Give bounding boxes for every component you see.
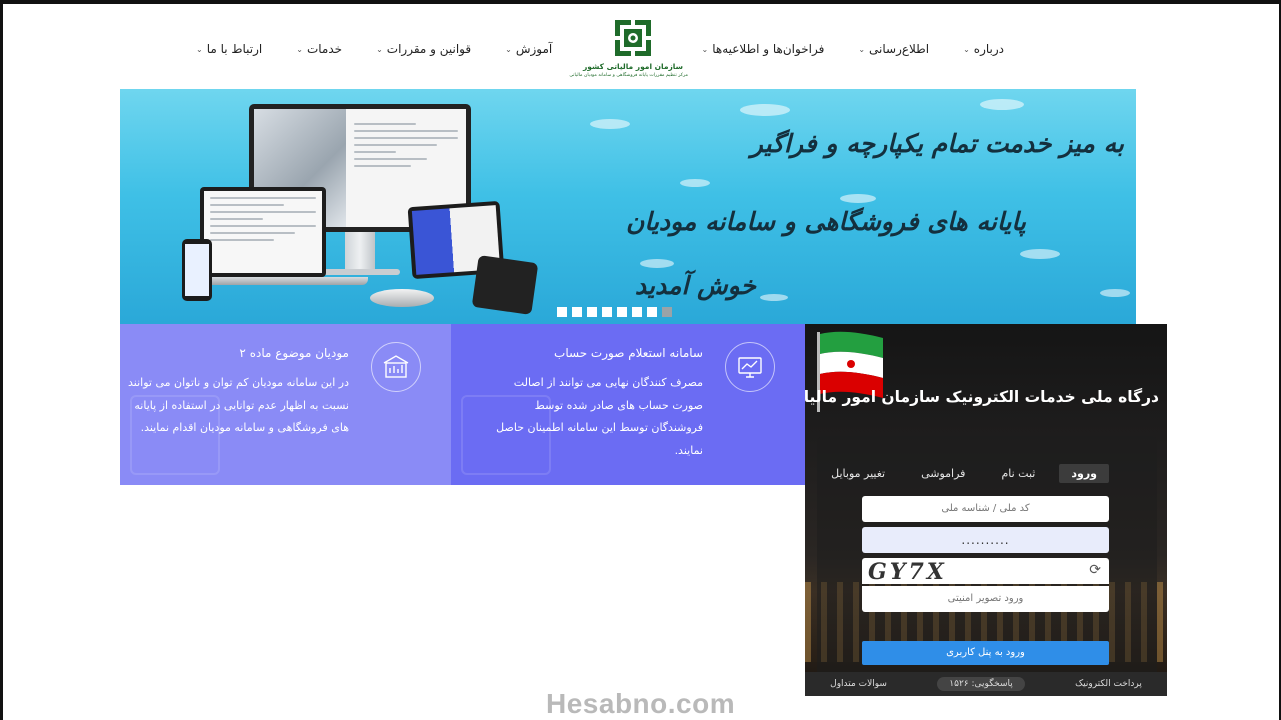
service-card-invoice-inquiry[interactable]: سامانه استعلام صورت حساب مصرف کنندگان نه… — [451, 324, 805, 485]
monitor-stand-illustration — [345, 232, 375, 272]
nav-item-label: اطلاع‌رسانی — [869, 42, 930, 56]
banner-headline-2: پایانه های فروشگاهی و سامانه مودیان — [626, 207, 1026, 236]
decorative-bubble — [980, 99, 1024, 110]
service-card-article2[interactable]: مودیان موضوع ماده ۲ در این سامانه مودیان… — [120, 324, 451, 485]
card-title: مودیان موضوع ماده ۲ — [239, 346, 349, 360]
captcha-text: GY7X — [868, 559, 947, 585]
decorative-bubble — [1100, 289, 1130, 297]
decorative-bubble — [840, 194, 876, 203]
decorative-bubble — [1020, 249, 1060, 259]
tax-organization-emblem-icon — [615, 20, 651, 56]
card-description: مصرف کنندگان نهایی می توانند از اصالت صو… — [496, 376, 703, 457]
card-description: در این سامانه مودیان کم توان و ناتوان می… — [128, 376, 349, 434]
slider-dot[interactable] — [617, 307, 627, 317]
password-field[interactable]: .......... — [862, 527, 1109, 553]
refresh-captcha-icon[interactable]: ⟳ — [1089, 562, 1101, 578]
logo-title: سازمان امور مالیاتی کشور — [582, 62, 683, 71]
chevron-down-icon: ⌄ — [376, 44, 383, 54]
slider-dot[interactable] — [602, 307, 612, 317]
tab-forgot-password[interactable]: فراموشی — [909, 464, 977, 483]
tab-change-mobile[interactable]: تغییر موبایل — [819, 464, 897, 483]
pos-terminal-illustration — [471, 255, 539, 315]
main-nav-left: آموزش ⌄ قوانین و مقررات ⌄ خدمات ⌄ ارتباط… — [196, 42, 552, 56]
decorative-bubble — [590, 119, 630, 129]
nav-item-about[interactable]: درباره ⌄ — [963, 42, 1004, 56]
banner-headline-3: خوش آمدید — [634, 271, 756, 300]
chevron-down-icon: ⌄ — [963, 44, 970, 54]
login-panel: درگاه ملی خدمات الکترونیک سازمان امور ما… — [805, 324, 1167, 696]
nav-item-services[interactable]: خدمات ⌄ — [296, 42, 342, 56]
slider-dot[interactable] — [572, 307, 582, 317]
nav-item-label: قوانین و مقررات — [386, 42, 472, 56]
tab-login[interactable]: ورود — [1059, 464, 1109, 483]
monitor-chart-icon — [725, 342, 775, 392]
tab-register[interactable]: ثبت نام — [989, 464, 1047, 483]
nav-item-label: درباره — [973, 42, 1004, 56]
decorative-bubble — [680, 179, 710, 187]
support-phone-badge: پاسخگویی: ۱۵۲۶ — [937, 677, 1025, 691]
chevron-down-icon: ⌄ — [701, 44, 709, 54]
slider-dot[interactable] — [647, 307, 657, 317]
laptop-illustration — [200, 187, 326, 277]
captcha-image: GY7X ⟳ — [862, 558, 1109, 585]
captcha-input[interactable] — [862, 586, 1109, 612]
logo-subtitle: مرکز تنظیم مقررات پایانه فروشگاهی و ساما… — [569, 73, 688, 78]
site-logo[interactable]: سازمان امور مالیاتی کشور مرکز تنظیم مقرر… — [569, 20, 688, 90]
slider-dot[interactable] — [632, 307, 642, 317]
nav-item-news[interactable]: اطلاع‌رسانی ⌄ — [858, 42, 929, 56]
decorative-bubble — [640, 259, 674, 268]
slider-dot[interactable] — [557, 307, 567, 317]
chevron-down-icon: ⌄ — [196, 44, 203, 54]
decorative-bubble — [760, 294, 788, 301]
page-frame: درباره ⌄ اطلاع‌رسانی ⌄ فراخوان‌ها و اطلا… — [0, 0, 1281, 720]
national-id-input[interactable] — [862, 496, 1109, 522]
main-nav-right: درباره ⌄ اطلاع‌رسانی ⌄ فراخوان‌ها و اطلا… — [702, 42, 1005, 56]
slider-dot[interactable] — [587, 307, 597, 317]
login-submit-button[interactable]: ورود به پنل کاربری — [862, 641, 1109, 665]
nav-item-label: ارتباط با ما — [206, 42, 263, 56]
nav-item-laws[interactable]: قوانین و مقررات ⌄ — [376, 42, 471, 56]
chevron-down-icon: ⌄ — [505, 44, 512, 54]
login-footer: پرداخت الکترونیک پاسخگویی: ۱۵۲۶ سوالات م… — [805, 672, 1167, 696]
nav-item-training[interactable]: آموزش ⌄ — [505, 42, 552, 56]
slider-dot-active[interactable] — [662, 307, 672, 317]
nav-item-announcements[interactable]: فراخوان‌ها و اطلاعیه‌ها ⌄ — [702, 42, 825, 56]
watermark: Hesabno.com — [546, 688, 736, 719]
decorative-bubble — [740, 104, 790, 116]
monitor-base-illustration — [320, 269, 400, 275]
phone-illustration — [182, 239, 212, 301]
nav-item-label: آموزش — [515, 42, 553, 56]
chevron-down-icon: ⌄ — [296, 44, 303, 54]
nav-item-label: فراخوان‌ها و اطلاعیه‌ها — [712, 42, 825, 56]
building-chart-icon — [371, 342, 421, 392]
faq-link[interactable]: سوالات متداول — [830, 679, 887, 689]
banner-headline-1: به میز خدمت تمام یکپارچه و فراگیر — [750, 129, 1124, 158]
site-header: درباره ⌄ اطلاع‌رسانی ⌄ فراخوان‌ها و اطلا… — [120, 12, 1136, 86]
electronic-payment-link[interactable]: پرداخت الکترونیک — [1075, 679, 1142, 689]
hero-banner[interactable]: به میز خدمت تمام یکپارچه و فراگیر پایانه… — [120, 89, 1136, 324]
login-tabs: ورود ثبت نام فراموشی تغییر موبایل — [819, 464, 1109, 483]
login-panel-title: درگاه ملی خدمات الکترونیک سازمان امور ما… — [805, 388, 1159, 406]
barcode-scanner-illustration — [370, 289, 434, 307]
card-title: سامانه استعلام صورت حساب — [554, 346, 703, 360]
slider-pagination — [557, 307, 672, 317]
nav-item-label: خدمات — [306, 42, 343, 56]
chevron-down-icon: ⌄ — [858, 44, 866, 54]
nav-item-contact[interactable]: ارتباط با ما ⌄ — [196, 42, 262, 56]
